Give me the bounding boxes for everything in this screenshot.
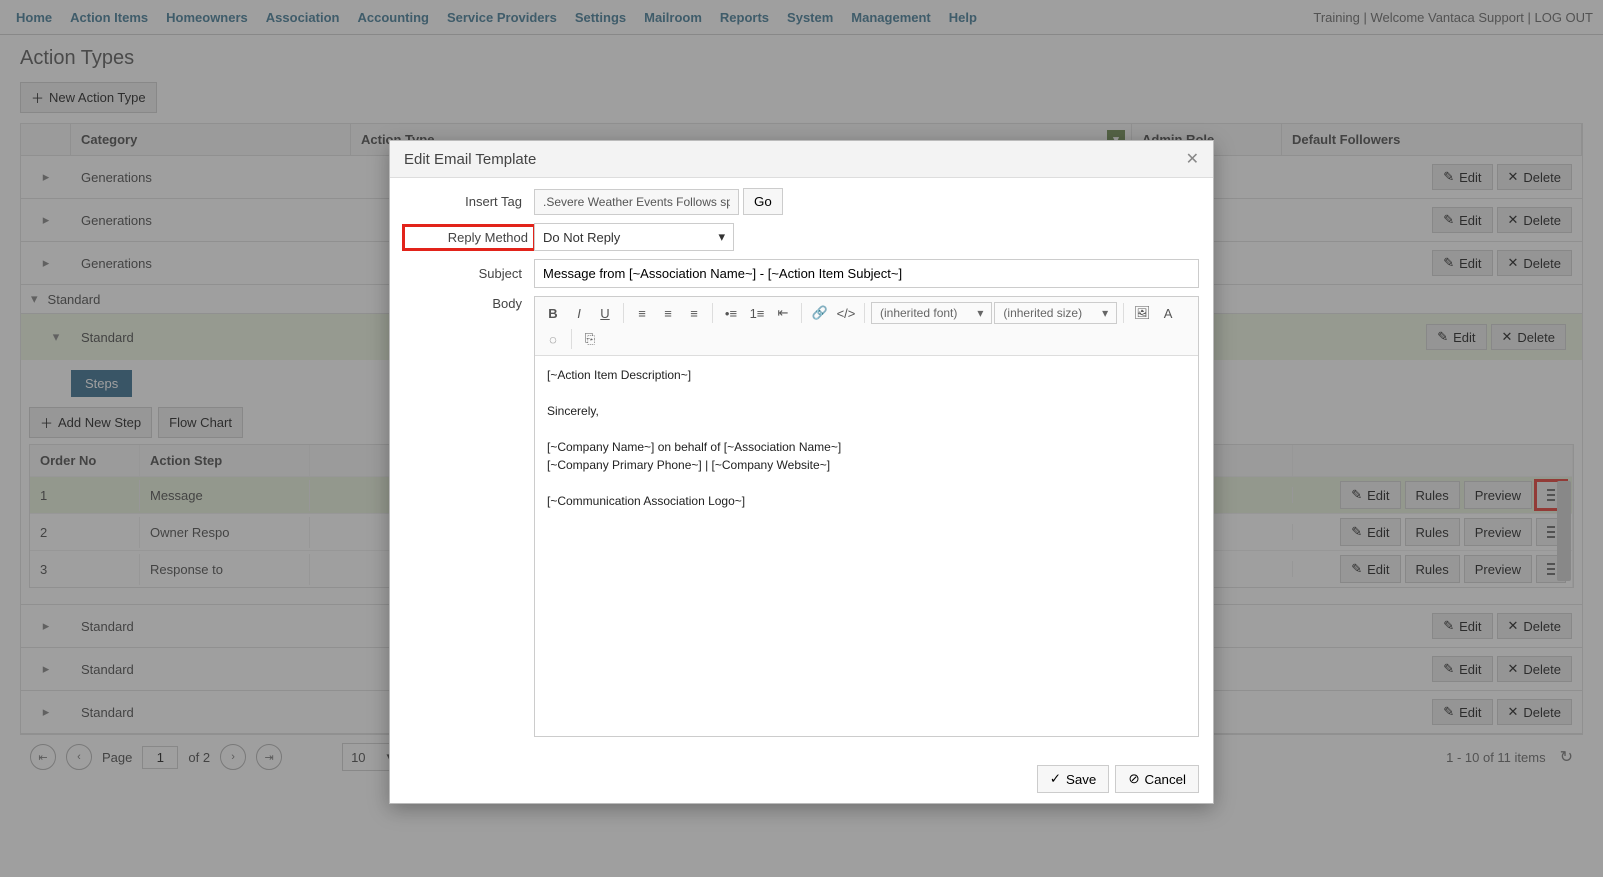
image-icon[interactable]: 🖼	[1130, 301, 1154, 325]
editor-toolbar: B I U ≡ ≡ ≡ •≡ 1≡ ⇤ 🔗 </>	[535, 297, 1198, 356]
underline-icon[interactable]: U	[593, 301, 617, 325]
italic-icon[interactable]: I	[567, 301, 591, 325]
list-bullet-icon[interactable]: •≡	[719, 301, 743, 325]
copy-icon[interactable]: ⎘	[578, 327, 602, 351]
drop-icon[interactable]: ◌	[541, 327, 565, 351]
save-button[interactable]: Save	[1037, 765, 1110, 793]
reply-method-label: Reply Method	[404, 226, 534, 249]
modal-overlay: Edit Email Template ✕ Insert Tag Go Repl…	[0, 0, 1603, 877]
code-icon[interactable]: </>	[834, 301, 858, 325]
insert-tag-label: Insert Tag	[404, 194, 534, 209]
subject-input[interactable]	[534, 259, 1199, 288]
go-button[interactable]: Go	[743, 188, 783, 215]
font-family-select[interactable]: (inherited font)▾	[871, 302, 992, 324]
body-label: Body	[404, 296, 534, 311]
font-size-select[interactable]: (inherited size)▾	[994, 302, 1117, 324]
body-editor[interactable]: [~Action Item Description~] Sincerely, […	[535, 356, 1198, 736]
link-icon[interactable]: 🔗	[808, 301, 832, 325]
cancel-button[interactable]: Cancel	[1115, 765, 1199, 793]
subject-label: Subject	[404, 266, 534, 281]
bold-icon[interactable]: B	[541, 301, 565, 325]
align-center-icon[interactable]: ≡	[656, 301, 680, 325]
modal-title: Edit Email Template	[404, 151, 536, 168]
edit-email-template-modal: Edit Email Template ✕ Insert Tag Go Repl…	[389, 140, 1214, 804]
reply-method-select[interactable]: Do Not Reply▾	[534, 223, 734, 251]
align-right-icon[interactable]: ≡	[682, 301, 706, 325]
align-left-icon[interactable]: ≡	[630, 301, 654, 325]
outdent-icon[interactable]: ⇤	[771, 301, 795, 325]
close-icon[interactable]: ✕	[1186, 149, 1199, 169]
insert-tag-input[interactable]	[534, 189, 739, 215]
font-color-icon[interactable]: A	[1156, 301, 1180, 325]
list-number-icon[interactable]: 1≡	[745, 301, 769, 325]
